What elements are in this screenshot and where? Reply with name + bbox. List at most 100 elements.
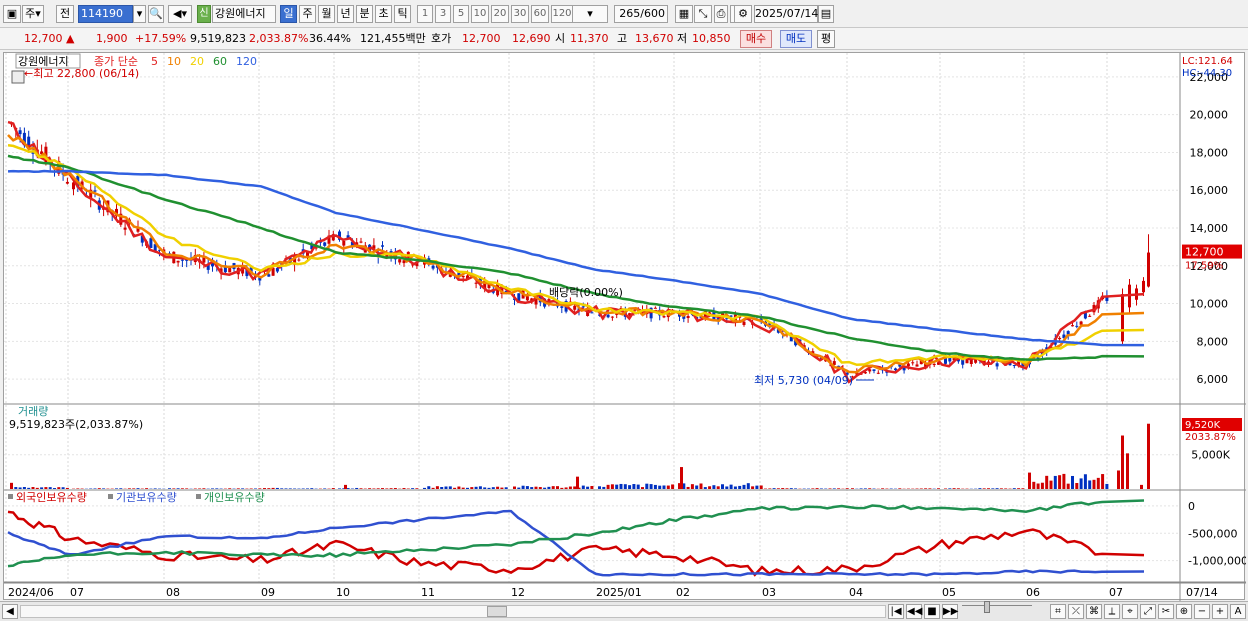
scroll-forward-icon[interactable]: ▶▶ bbox=[942, 604, 958, 619]
volume-bar bbox=[115, 488, 118, 489]
sound-icon[interactable]: ◀▾ bbox=[168, 5, 192, 23]
volume-bar bbox=[457, 486, 461, 489]
hc-label: HC:-44.30 bbox=[1182, 68, 1232, 79]
gear-icon[interactable]: ⚙ bbox=[734, 5, 752, 23]
interval-button-1[interactable]: 1 bbox=[417, 5, 433, 23]
volume-bar bbox=[658, 485, 662, 489]
period-button-5[interactable]: 초 bbox=[375, 5, 392, 23]
chart-area[interactable]: 22,000 20,000 18,000 16,000 14,000 12,000 10,0… bbox=[3, 52, 1248, 601]
volume-bar bbox=[57, 487, 61, 489]
sell-button[interactable]: 매도 bbox=[780, 30, 812, 48]
interval-button-60[interactable]: 60 bbox=[531, 5, 549, 23]
interval-button-120[interactable]: 120 bbox=[551, 5, 573, 23]
font-size-icon[interactable]: A bbox=[1230, 604, 1246, 619]
x-label-14: 07/14 bbox=[1186, 586, 1218, 599]
volume-bar bbox=[31, 487, 35, 489]
volume-bar bbox=[1147, 423, 1150, 489]
volume-bar bbox=[284, 488, 288, 489]
volume-bar bbox=[346, 488, 350, 489]
volume-bar bbox=[636, 484, 640, 489]
volume-bar bbox=[1075, 483, 1079, 489]
period-main-select[interactable]: 주▾ bbox=[22, 5, 44, 23]
volume-bar bbox=[794, 488, 798, 489]
volume-bar bbox=[61, 487, 65, 489]
date-field[interactable]: 2025/07/14 bbox=[754, 5, 818, 23]
stock-chart-svg[interactable]: 22,00020,00018,00016,00014,00012,00010,0… bbox=[4, 53, 1248, 601]
search-icon[interactable]: 🔍 bbox=[148, 5, 164, 23]
scroll-track[interactable] bbox=[20, 605, 886, 618]
volume-bar bbox=[27, 487, 31, 489]
period-button-4[interactable]: 분 bbox=[356, 5, 373, 23]
zoom-slider[interactable] bbox=[962, 601, 1032, 618]
volume-bar bbox=[466, 487, 469, 489]
volume-bar bbox=[1058, 475, 1062, 489]
scroll-back-icon[interactable]: ◀◀ bbox=[906, 604, 922, 619]
print-icon[interactable]: ⎙ bbox=[714, 5, 728, 23]
tool-icon-3[interactable]: ⌘ bbox=[1086, 604, 1102, 619]
buy-button[interactable]: 매수 bbox=[740, 30, 772, 48]
volume-bar bbox=[576, 476, 579, 489]
eval-button[interactable]: 평 bbox=[817, 30, 835, 48]
interval-button-30[interactable]: 30 bbox=[511, 5, 529, 23]
volume-bar bbox=[415, 488, 419, 489]
volume-bar bbox=[991, 488, 995, 489]
volume-bar bbox=[504, 487, 508, 489]
volume-bar bbox=[180, 488, 184, 489]
x-label-2: 08 bbox=[166, 586, 180, 599]
zoom-slider-handle[interactable] bbox=[984, 601, 990, 613]
crosshair-icon[interactable]: ▦ bbox=[675, 5, 693, 23]
interval-button-3[interactable]: 3 bbox=[435, 5, 451, 23]
volume-bar bbox=[483, 487, 487, 489]
volume-bar bbox=[453, 487, 457, 489]
zoom-in-icon[interactable]: ⊕ bbox=[1176, 604, 1192, 619]
interval-button-10[interactable]: 10 bbox=[471, 5, 489, 23]
high-label: 고 bbox=[617, 32, 628, 45]
volume-bar bbox=[999, 488, 1003, 489]
candle-body bbox=[359, 241, 363, 243]
tool-icon-2[interactable]: ⤫ bbox=[1068, 604, 1084, 619]
candle-body bbox=[461, 275, 465, 278]
period-button-3[interactable]: 년 bbox=[337, 5, 354, 23]
count-field[interactable]: 265/600 bbox=[614, 5, 668, 23]
candle-body bbox=[686, 315, 690, 319]
zoom-out-icon[interactable]: − bbox=[1194, 604, 1210, 619]
low-marker: 최저 5,730 (04/09) bbox=[754, 374, 853, 387]
scroll-thumb[interactable] bbox=[487, 606, 507, 617]
expand-icon[interactable]: ⤡ bbox=[694, 5, 712, 23]
volume-bar bbox=[948, 488, 952, 489]
tool-icon-7[interactable]: ✂ bbox=[1158, 604, 1174, 619]
volume-bar bbox=[751, 486, 755, 489]
tool-icon-5[interactable]: ⌖ bbox=[1122, 604, 1138, 619]
calendar-icon[interactable]: ▤ bbox=[818, 5, 834, 23]
volume-bar bbox=[65, 487, 69, 489]
volume-bar bbox=[547, 486, 551, 489]
volume-bar bbox=[928, 488, 932, 489]
period-button-1[interactable]: 주 bbox=[299, 5, 316, 23]
period-dropdown[interactable]: ▾ bbox=[572, 5, 608, 23]
code-input[interactable]: 114190 bbox=[78, 5, 133, 23]
volume-bar bbox=[1096, 477, 1100, 489]
period-button-2[interactable]: 월 bbox=[318, 5, 335, 23]
chart-layout-icon[interactable]: ▣ bbox=[3, 5, 21, 23]
chart-scrollbar[interactable]: ◀ |◀ ◀◀ ■ ▶▶ ⌗ ⤫ ⌘ ⟂ ⌖ ⤢ ✂ ⊕ − + A bbox=[0, 601, 1248, 621]
volume-bar bbox=[703, 487, 707, 489]
interval-button-5[interactable]: 5 bbox=[453, 5, 469, 23]
scroll-first-icon[interactable]: |◀ bbox=[888, 604, 904, 619]
code-dropdown-icon[interactable]: ▾ bbox=[133, 5, 146, 23]
volume-bar bbox=[690, 484, 694, 489]
plus-icon[interactable]: + bbox=[1212, 604, 1228, 619]
interval-button-20[interactable]: 20 bbox=[491, 5, 509, 23]
scroll-left-icon[interactable]: ◀ bbox=[2, 604, 18, 619]
prev-button[interactable]: 전 bbox=[56, 5, 74, 23]
volume-bar bbox=[306, 488, 309, 489]
period-button-6[interactable]: 틱 bbox=[394, 5, 411, 23]
tool-icon-4[interactable]: ⟂ bbox=[1104, 604, 1120, 619]
stop-icon[interactable]: ■ bbox=[924, 604, 940, 619]
volume-bar bbox=[837, 488, 841, 489]
candle-body bbox=[876, 372, 880, 374]
period-button-0[interactable]: 일 bbox=[280, 5, 297, 23]
tool-icon-1[interactable]: ⌗ bbox=[1050, 604, 1066, 619]
volume-bar bbox=[97, 488, 101, 489]
candle-body bbox=[149, 238, 153, 249]
tool-icon-6[interactable]: ⤢ bbox=[1140, 604, 1156, 619]
